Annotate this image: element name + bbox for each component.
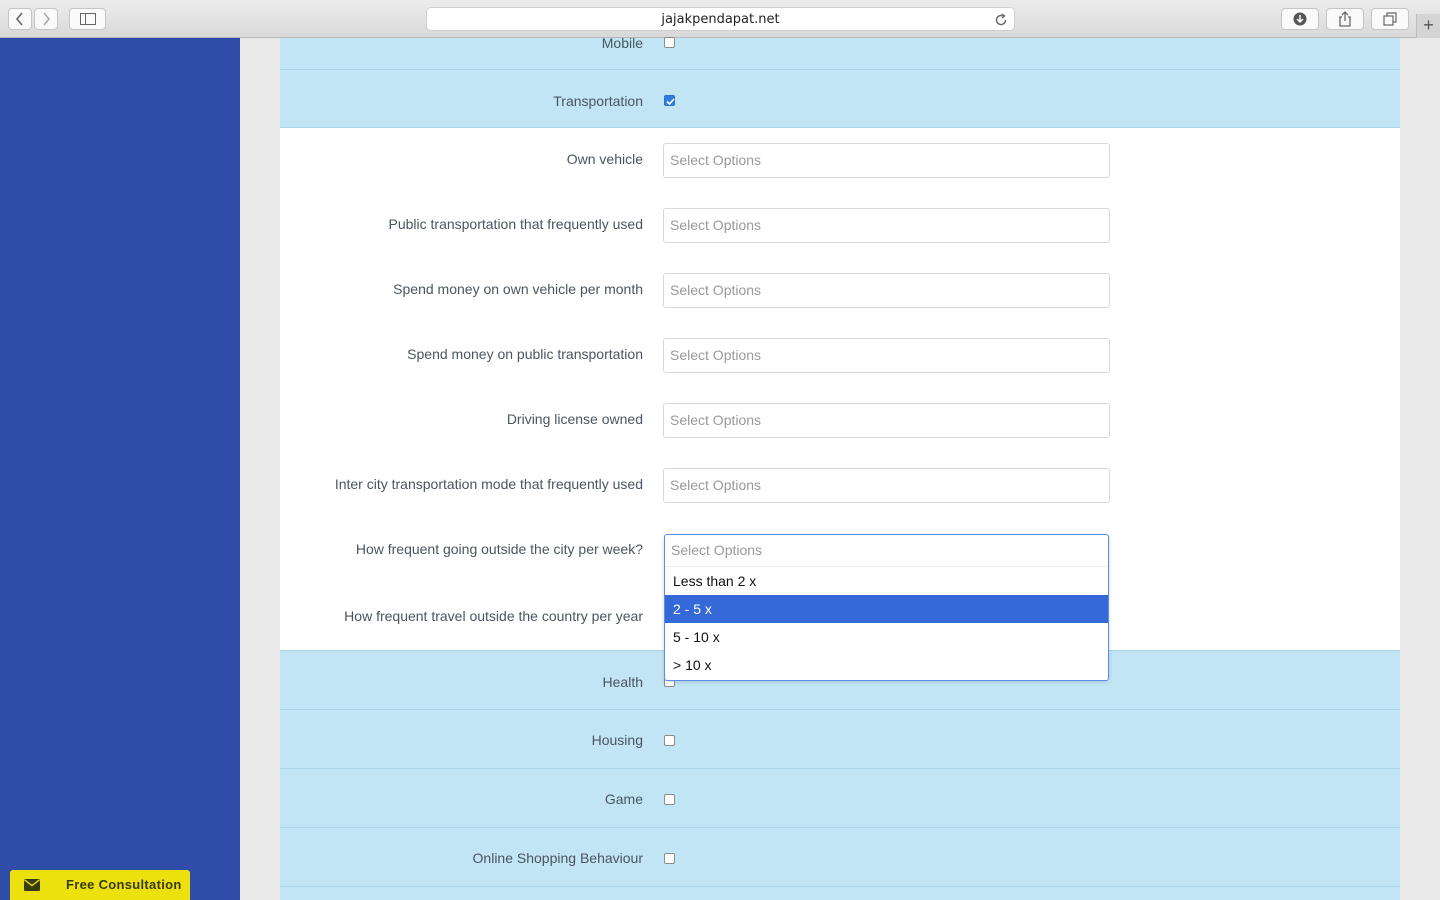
share-icon — [1339, 11, 1351, 27]
envelope-icon — [10, 870, 54, 900]
category-row-game: Game — [280, 769, 1400, 828]
category-row-mobile: Mobile — [280, 35, 1400, 70]
category-label: Online Shopping Behaviour — [472, 850, 643, 866]
field-label: Spend money on own vehicle per month — [393, 281, 643, 297]
category-checkbox-game[interactable] — [664, 794, 675, 805]
spend-own-vehicle-select[interactable]: Select Options — [663, 273, 1110, 308]
downloads-button[interactable] — [1281, 8, 1319, 30]
back-button[interactable] — [8, 8, 32, 30]
field-label: Own vehicle — [566, 151, 643, 167]
field-row-inter-city-mode: Inter city transportation mode that freq… — [280, 468, 1400, 503]
checkmark-icon — [666, 98, 675, 106]
field-label: Public transportation that frequently us… — [388, 216, 644, 232]
reload-icon[interactable] — [994, 12, 1008, 35]
field-label: Spend money on public transportation — [407, 346, 643, 362]
public-transportation-select[interactable]: Select Options — [663, 208, 1110, 243]
own-vehicle-select[interactable]: Select Options — [663, 143, 1110, 178]
new-tab-button[interactable]: + — [1416, 14, 1440, 38]
field-row-spend-public-transportation: Spend money on public transportation Sel… — [280, 338, 1400, 373]
free-consultation-button[interactable]: Free Consultation — [10, 870, 190, 900]
spend-public-transportation-select[interactable]: Select Options — [663, 338, 1110, 373]
field-label: Inter city transportation mode that freq… — [334, 476, 643, 492]
free-consultation-label: Free Consultation — [66, 877, 182, 892]
share-button[interactable] — [1326, 8, 1364, 30]
dropdown-option[interactable]: > 10 x — [665, 651, 1108, 679]
url-text: jajakpendapat.net — [661, 12, 780, 27]
category-label: Health — [602, 674, 643, 690]
category-row-transportation: Transportation — [280, 70, 1400, 128]
address-bar[interactable]: jajakpendapat.net — [426, 7, 1015, 31]
sidebar-toggle-button[interactable] — [69, 8, 106, 30]
dropdown-search-input[interactable]: Select Options — [665, 535, 1108, 567]
field-label: Driving license owned — [506, 411, 643, 427]
category-label: Transportation — [553, 93, 643, 109]
chevron-left-icon — [15, 12, 23, 26]
category-label: Housing — [591, 732, 643, 748]
category-label: Mobile — [601, 35, 643, 51]
tabs-overview-button[interactable] — [1371, 8, 1409, 30]
chevron-right-icon — [43, 12, 51, 26]
category-checkbox-transportation[interactable] — [664, 95, 675, 106]
category-checkbox-online-shopping[interactable] — [664, 853, 675, 864]
browser-toolbar: jajakpendapat.net + — [0, 0, 1440, 38]
category-row-online-shopping: Online Shopping Behaviour — [280, 828, 1400, 887]
field-row-spend-own-vehicle: Spend money on own vehicle per month Sel… — [280, 273, 1400, 308]
driving-license-select[interactable]: Select Options — [663, 403, 1110, 438]
dropdown-option[interactable]: 5 - 10 x — [665, 623, 1108, 651]
field-label: How frequent travel outside the country … — [344, 608, 643, 624]
category-row-next — [280, 887, 1400, 900]
field-label: How frequent going outside the city per … — [355, 541, 643, 557]
tabs-icon — [1383, 12, 1397, 26]
field-row-driving-license: Driving license owned Select Options — [280, 403, 1400, 438]
outside-city-dropdown[interactable]: Select Options Less than 2 x 2 - 5 x 5 -… — [664, 534, 1109, 681]
sidebar-icon — [79, 13, 96, 25]
category-checkbox-mobile[interactable] — [664, 37, 675, 48]
category-checkbox-housing[interactable] — [664, 735, 675, 746]
left-sidebar — [0, 38, 240, 900]
download-icon — [1293, 12, 1307, 26]
category-label: Game — [604, 791, 643, 807]
forward-button[interactable] — [34, 8, 58, 30]
field-row-public-transportation: Public transportation that frequently us… — [280, 208, 1400, 243]
inter-city-mode-select[interactable]: Select Options — [663, 468, 1110, 503]
category-row-housing: Housing — [280, 710, 1400, 769]
dropdown-option[interactable]: Less than 2 x — [665, 567, 1108, 595]
dropdown-option-highlighted[interactable]: 2 - 5 x — [665, 595, 1108, 623]
field-row-own-vehicle: Own vehicle Select Options — [280, 143, 1400, 178]
